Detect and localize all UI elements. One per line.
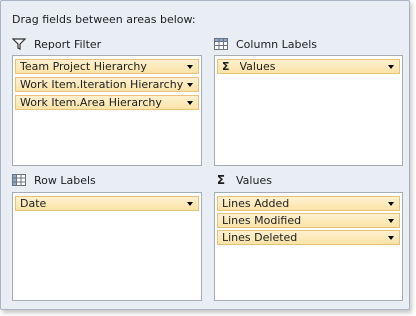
dropdown-arrow-icon[interactable] bbox=[185, 60, 195, 73]
values-header: Σ Values bbox=[214, 173, 272, 187]
column-labels-label: Column Labels bbox=[236, 37, 318, 51]
field-lines-added[interactable]: Lines Added bbox=[217, 196, 400, 211]
field-lines-modified[interactable]: Lines Modified bbox=[217, 213, 400, 228]
dropdown-arrow-icon[interactable] bbox=[386, 231, 396, 244]
row-labels-area[interactable]: Date bbox=[12, 192, 202, 301]
instruction-text: Drag fields between areas below: bbox=[12, 13, 196, 26]
field-area-hierarchy[interactable]: Work Item.Area Hierarchy bbox=[15, 95, 199, 110]
values-area[interactable]: Lines Added Lines Modified Lines Deleted bbox=[214, 192, 403, 301]
row-labels-label: Row Labels bbox=[34, 173, 96, 187]
sigma-icon: Σ bbox=[222, 60, 230, 73]
dropdown-arrow-icon[interactable] bbox=[386, 214, 396, 227]
pivot-field-areas-panel: Drag fields between areas below: Report … bbox=[0, 0, 410, 310]
dropdown-arrow-icon[interactable] bbox=[185, 197, 195, 210]
dropdown-arrow-icon[interactable] bbox=[386, 60, 396, 73]
column-labels-header: Column Labels bbox=[214, 37, 317, 51]
sigma-icon: Σ bbox=[216, 173, 226, 187]
field-values-column[interactable]: Σ Values bbox=[217, 59, 400, 74]
filter-icon bbox=[12, 37, 26, 51]
row-labels-icon bbox=[12, 173, 26, 187]
values-label: Values bbox=[236, 173, 272, 187]
report-filter-label: Report Filter bbox=[34, 37, 102, 51]
field-team-project-hierarchy[interactable]: Team Project Hierarchy bbox=[15, 59, 199, 74]
field-date[interactable]: Date bbox=[15, 196, 199, 211]
column-labels-area[interactable]: Σ Values bbox=[214, 55, 403, 166]
column-labels-icon bbox=[214, 37, 228, 51]
field-iteration-hierarchy[interactable]: Work Item.Iteration Hierarchy bbox=[15, 77, 199, 92]
dropdown-arrow-icon[interactable] bbox=[185, 78, 195, 91]
row-labels-header: Row Labels bbox=[12, 173, 96, 187]
dropdown-arrow-icon[interactable] bbox=[185, 96, 195, 109]
report-filter-header: Report Filter bbox=[12, 37, 101, 51]
dropdown-arrow-icon[interactable] bbox=[386, 197, 396, 210]
report-filter-area[interactable]: Team Project Hierarchy Work Item.Iterati… bbox=[12, 55, 202, 166]
field-lines-deleted[interactable]: Lines Deleted bbox=[217, 230, 400, 245]
